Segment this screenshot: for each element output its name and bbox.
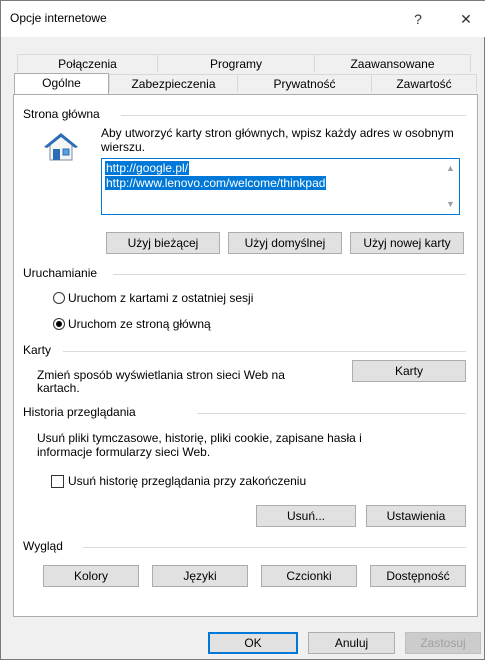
- history-description: Usuń pliki tymczasowe, historię, pliki c…: [37, 431, 362, 459]
- scroll-down-icon[interactable]: ▼: [442, 199, 459, 209]
- apply-button[interactable]: Zastosuj: [405, 632, 481, 654]
- tab-connections[interactable]: Połączenia: [17, 54, 157, 72]
- tab-privacy[interactable]: Prywatność: [237, 74, 371, 92]
- accessibility-button[interactable]: Dostępność: [370, 565, 466, 587]
- startup-home-page-label[interactable]: Uruchom ze stroną główną: [68, 317, 211, 331]
- tab-programs[interactable]: Programy: [157, 54, 314, 72]
- scroll-up-icon[interactable]: ▲: [442, 163, 459, 173]
- group-divider: [113, 274, 466, 275]
- use-new-tab-button[interactable]: Użyj nowej karty: [350, 232, 464, 254]
- home-icon: [43, 131, 79, 163]
- group-divider: [121, 115, 466, 116]
- history-settings-button[interactable]: Ustawienia: [366, 505, 466, 527]
- title-bar: Opcje internetowe ? ✕: [1, 1, 486, 37]
- close-button[interactable]: ✕: [456, 9, 476, 29]
- tabs-settings-button[interactable]: Karty: [352, 360, 466, 382]
- delete-history-on-exit-label[interactable]: Usuń historię przeglądania przy zakończe…: [68, 474, 306, 488]
- window-title: Opcje internetowe: [10, 11, 107, 25]
- help-button[interactable]: ?: [408, 9, 428, 29]
- textarea-scrollbar[interactable]: ▲ ▼: [442, 159, 459, 214]
- home-url-line: http://google.pl/: [105, 161, 190, 175]
- startup-group-label: Uruchamianie: [23, 266, 104, 280]
- group-divider: [197, 413, 466, 414]
- tab-content[interactable]: Zawartość: [371, 74, 477, 92]
- cancel-button[interactable]: Anuluj: [308, 632, 395, 654]
- ok-button[interactable]: OK: [208, 632, 298, 654]
- tabs-description: Zmień sposób wyświetlania stron sieci We…: [37, 368, 285, 395]
- startup-last-session-label[interactable]: Uruchom z kartami z ostatniej sesji: [68, 291, 253, 305]
- history-group-label: Historia przeglądania: [23, 405, 142, 419]
- close-icon: ✕: [460, 11, 472, 27]
- delete-history-on-exit-checkbox[interactable]: [51, 475, 64, 488]
- home-url-line: http://www.lenovo.com/welcome/thinkpad: [105, 176, 327, 190]
- tab-security[interactable]: Zabezpieczenia: [109, 74, 237, 92]
- startup-home-page-radio[interactable]: [53, 318, 65, 330]
- group-divider: [83, 547, 466, 548]
- delete-history-button[interactable]: Usuń...: [256, 505, 356, 527]
- internet-options-dialog: Opcje internetowe ? ✕ Połączenia Program…: [0, 0, 486, 660]
- use-current-button[interactable]: Użyj bieżącej: [106, 232, 220, 254]
- fonts-button[interactable]: Czcionki: [261, 565, 357, 587]
- appearance-group-label: Wygląd: [23, 539, 69, 553]
- tab-general[interactable]: Ogólne: [14, 73, 109, 94]
- languages-button[interactable]: Języki: [152, 565, 248, 587]
- use-default-button[interactable]: Użyj domyślnej: [228, 232, 342, 254]
- home-page-urls-textarea[interactable]: http://google.pl/ http://www.lenovo.com/…: [101, 158, 460, 215]
- group-divider: [63, 351, 466, 352]
- tabs-group-label: Karty: [23, 343, 58, 357]
- tab-advanced[interactable]: Zaawansowane: [314, 54, 471, 72]
- colors-button[interactable]: Kolory: [43, 565, 139, 587]
- home-page-hint: Aby utworzyć karty stron głównych, wpisz…: [101, 126, 454, 154]
- startup-last-session-radio[interactable]: [53, 292, 65, 304]
- home-page-group-label: Strona główna: [23, 107, 106, 121]
